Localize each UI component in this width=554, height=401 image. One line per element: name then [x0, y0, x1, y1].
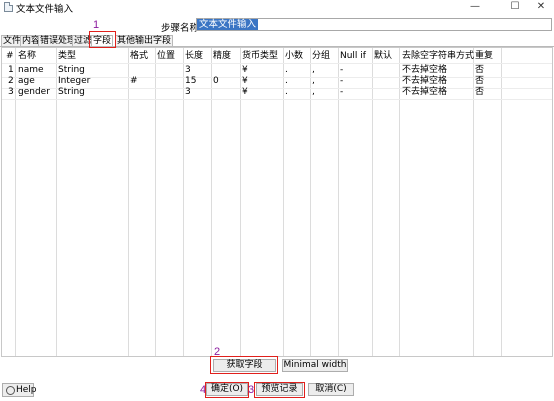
column-divider	[399, 48, 400, 356]
cell-type[interactable]: String	[58, 87, 85, 98]
cell-trim-type[interactable]: 不去掉空格	[402, 65, 447, 76]
highlight-box-fields-tab	[89, 31, 116, 48]
column-divider	[183, 48, 184, 356]
column-divider	[240, 48, 241, 356]
minimize-icon[interactable]: —	[460, 0, 490, 14]
help-icon	[6, 386, 15, 395]
header-default[interactable]: 默认	[374, 51, 392, 62]
step-name-value: 文本文件输入	[197, 19, 259, 30]
cell-null-if[interactable]: -	[340, 65, 343, 76]
header-length[interactable]: 长度	[185, 51, 203, 62]
cell-trim-type[interactable]: 不去掉空格	[402, 87, 447, 98]
highlight-box-ok	[205, 382, 249, 398]
cell-repeat[interactable]: 否	[475, 76, 484, 87]
header-trim-type[interactable]: 去除空字符串方式	[402, 51, 474, 62]
cell-group[interactable]: ,	[312, 76, 315, 87]
column-divider	[501, 48, 502, 356]
highlight-box-get-fields	[210, 356, 278, 374]
cell-length[interactable]: 3	[185, 87, 191, 98]
fields-table[interactable]: # 名称 类型 格式 位置 长度 精度 货币类型 小数 分组 Null if 默…	[1, 47, 553, 357]
step-name-label: 步骤名称	[161, 23, 200, 34]
cell-name[interactable]: gender	[18, 87, 50, 98]
cell-null-if[interactable]: -	[340, 76, 343, 87]
highlight-box-preview	[254, 382, 305, 398]
header-currency[interactable]: 货币类型	[242, 51, 278, 62]
cell-trim-type[interactable]: 不去掉空格	[402, 76, 447, 87]
cell-name[interactable]: name	[18, 65, 44, 76]
cell-group[interactable]: ,	[312, 65, 315, 76]
header-type[interactable]: 类型	[58, 51, 76, 62]
header-index: #	[6, 51, 14, 61]
cell-currency[interactable]: ¥	[242, 65, 248, 76]
cell-null-if[interactable]: -	[340, 87, 343, 98]
column-divider	[310, 48, 311, 356]
header-precision[interactable]: 精度	[213, 51, 231, 62]
column-divider	[338, 48, 339, 356]
cell-group[interactable]: ,	[312, 87, 315, 98]
column-divider	[15, 48, 16, 356]
column-divider	[473, 48, 474, 356]
cell-repeat[interactable]: 否	[475, 87, 484, 98]
cell-length[interactable]: 3	[185, 65, 191, 76]
row-divider	[2, 99, 552, 100]
cell-name[interactable]: age	[18, 76, 35, 87]
header-format[interactable]: 格式	[130, 51, 148, 62]
cell-decimal[interactable]: .	[285, 76, 288, 87]
step-name-field[interactable]: 文本文件输入	[196, 18, 552, 31]
annotation-number: 1	[93, 19, 100, 31]
header-position[interactable]: 位置	[157, 51, 175, 62]
cell-type[interactable]: String	[58, 65, 85, 76]
header-group[interactable]: 分组	[312, 51, 330, 62]
header-name[interactable]: 名称	[18, 51, 36, 62]
cell-format[interactable]: #	[130, 76, 138, 87]
help-button[interactable]: Help	[2, 383, 37, 397]
column-divider	[128, 48, 129, 356]
header-null-if[interactable]: Null if	[340, 51, 366, 62]
cell-index: 2	[8, 76, 14, 86]
header-repeat[interactable]: 重复	[475, 51, 493, 62]
window-title: 文本文件输入	[16, 4, 74, 15]
minimal-width-button[interactable]: Minimal width	[282, 359, 348, 372]
column-divider	[155, 48, 156, 356]
title-bar: 文本文件输入 — ☐ ✕	[0, 0, 554, 15]
close-icon[interactable]: ✕	[526, 0, 554, 14]
header-decimal[interactable]: 小数	[285, 51, 303, 62]
app-icon	[4, 2, 13, 12]
cell-currency[interactable]: ¥	[242, 87, 248, 98]
column-divider	[372, 48, 373, 356]
cell-index: 1	[8, 65, 14, 75]
cell-decimal[interactable]: .	[285, 87, 288, 98]
row-divider	[2, 63, 552, 64]
cell-repeat[interactable]: 否	[475, 65, 484, 76]
cell-precision[interactable]: 0	[213, 76, 219, 87]
cancel-button[interactable]: 取消(C)	[308, 383, 354, 396]
cell-type[interactable]: Integer	[58, 76, 90, 87]
cell-index: 3	[8, 87, 14, 97]
column-divider	[56, 48, 57, 356]
column-divider	[211, 48, 212, 356]
cell-currency[interactable]: ¥	[242, 76, 248, 87]
cell-decimal[interactable]: .	[285, 65, 288, 76]
cell-length[interactable]: 15	[185, 76, 196, 87]
column-divider	[283, 48, 284, 356]
help-label: Help	[16, 385, 37, 395]
